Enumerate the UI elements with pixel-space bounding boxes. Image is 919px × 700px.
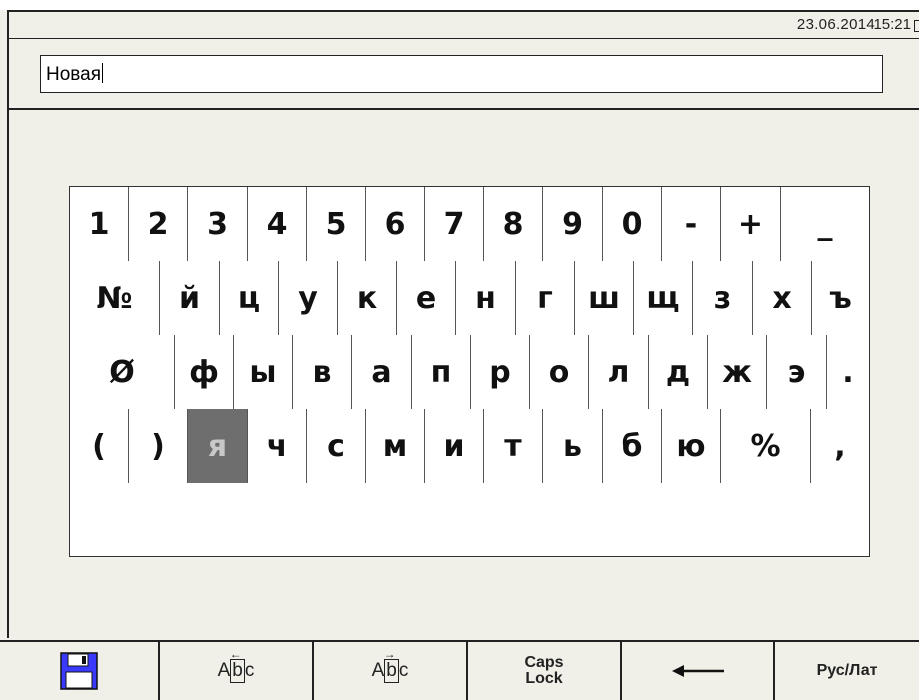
key[interactable]: т: [484, 409, 543, 483]
cursor-right-button[interactable]: Ab c →: [314, 642, 468, 700]
caps-lock-label: Caps Lock: [524, 654, 564, 687]
key[interactable]: а: [352, 335, 412, 409]
backspace-button[interactable]: [622, 642, 775, 700]
key[interactable]: +: [721, 187, 781, 261]
key[interactable]: 8: [484, 187, 543, 261]
key[interactable]: у: [279, 261, 338, 335]
cursor-move-icon: Ab c →: [371, 647, 409, 683]
bottom-toolbar: Ab c ← Ab c → Caps Lock Рус/Лат: [0, 640, 919, 700]
key[interactable]: я: [188, 409, 248, 483]
key[interactable]: ,: [811, 409, 869, 483]
key[interactable]: и: [425, 409, 484, 483]
key[interactable]: 7: [425, 187, 484, 261]
left-arrow-icon: [671, 665, 724, 677]
key[interactable]: ъ: [812, 261, 869, 335]
status-date: 23.06.2014: [796, 16, 875, 33]
key[interactable]: ф: [175, 335, 234, 409]
key[interactable]: -: [662, 187, 721, 261]
key[interactable]: 4: [248, 187, 307, 261]
key[interactable]: ч: [248, 409, 307, 483]
key[interactable]: ж: [708, 335, 767, 409]
keyboard-row-2: № й ц у к е н г ш щ з х ъ: [70, 261, 869, 336]
key[interactable]: р: [471, 335, 530, 409]
status-time: 15:21: [873, 16, 911, 33]
battery-icon: [914, 20, 919, 32]
status-bar: 23.06.2014 15:21: [7, 10, 919, 38]
key[interactable]: ь: [543, 409, 603, 483]
key[interactable]: ): [129, 409, 188, 483]
key[interactable]: №: [70, 261, 160, 335]
cursor-move-icon: Ab c ←: [217, 647, 255, 683]
key[interactable]: л: [589, 335, 649, 409]
keyboard-row-3: Øфывапролджэ.: [70, 335, 869, 410]
on-screen-keyboard: 1 2 3 4 5 6 7 8 9 0- + _ № й ц у к е н г ш щ з х ъ Øф ы в а п р о л д ж э.(…: [69, 186, 870, 557]
key[interactable]: ю: [662, 409, 721, 483]
key[interactable]: п: [412, 335, 471, 409]
key[interactable]: к: [338, 261, 397, 335]
window-top-frame: [0, 0, 919, 10]
key[interactable]: ш: [575, 261, 634, 335]
keyboard-row-4: () я ч с м и т ь б ю%,: [70, 409, 869, 484]
key[interactable]: в: [293, 335, 352, 409]
key[interactable]: 5: [307, 187, 366, 261]
key[interactable]: _: [781, 187, 869, 261]
key[interactable]: 6: [366, 187, 425, 261]
key[interactable]: б: [603, 409, 662, 483]
save-button[interactable]: [0, 642, 160, 700]
key[interactable]: н: [456, 261, 516, 335]
caps-lock-button[interactable]: Caps Lock: [468, 642, 622, 700]
key[interactable]: е: [397, 261, 456, 335]
space-key[interactable]: [70, 483, 869, 556]
text-input-field[interactable]: Новая: [40, 55, 883, 93]
key[interactable]: (: [70, 409, 129, 483]
floppy-disk-icon: [60, 652, 98, 690]
key[interactable]: о: [530, 335, 589, 409]
text-caret: [102, 63, 104, 83]
key[interactable]: с: [307, 409, 366, 483]
key[interactable]: .: [827, 335, 869, 409]
key[interactable]: щ: [634, 261, 693, 335]
key[interactable]: м: [366, 409, 425, 483]
input-area: Новая: [9, 38, 919, 110]
key[interactable]: 3: [188, 187, 248, 261]
key[interactable]: й: [160, 261, 220, 335]
key[interactable]: 1: [70, 187, 129, 261]
text-input-value: Новая: [46, 64, 102, 85]
key[interactable]: 2: [129, 187, 188, 261]
keyboard-row-5: [70, 483, 869, 556]
keyboard-row-1: 1 2 3 4 5 6 7 8 9 0- + _: [70, 187, 869, 262]
key[interactable]: г: [516, 261, 575, 335]
key[interactable]: э: [767, 335, 827, 409]
key[interactable]: х: [753, 261, 812, 335]
key[interactable]: 9: [543, 187, 603, 261]
key[interactable]: 0: [603, 187, 662, 261]
key[interactable]: д: [649, 335, 708, 409]
key[interactable]: ы: [234, 335, 293, 409]
cursor-left-button[interactable]: Ab c ←: [160, 642, 314, 700]
left-frame-border: [7, 38, 9, 638]
key[interactable]: ц: [220, 261, 279, 335]
language-toggle-button[interactable]: Рус/Лат: [775, 642, 919, 700]
key[interactable]: з: [693, 261, 753, 335]
key[interactable]: Ø: [70, 335, 175, 409]
key[interactable]: %: [721, 409, 811, 483]
language-toggle-label: Рус/Лат: [816, 662, 878, 679]
